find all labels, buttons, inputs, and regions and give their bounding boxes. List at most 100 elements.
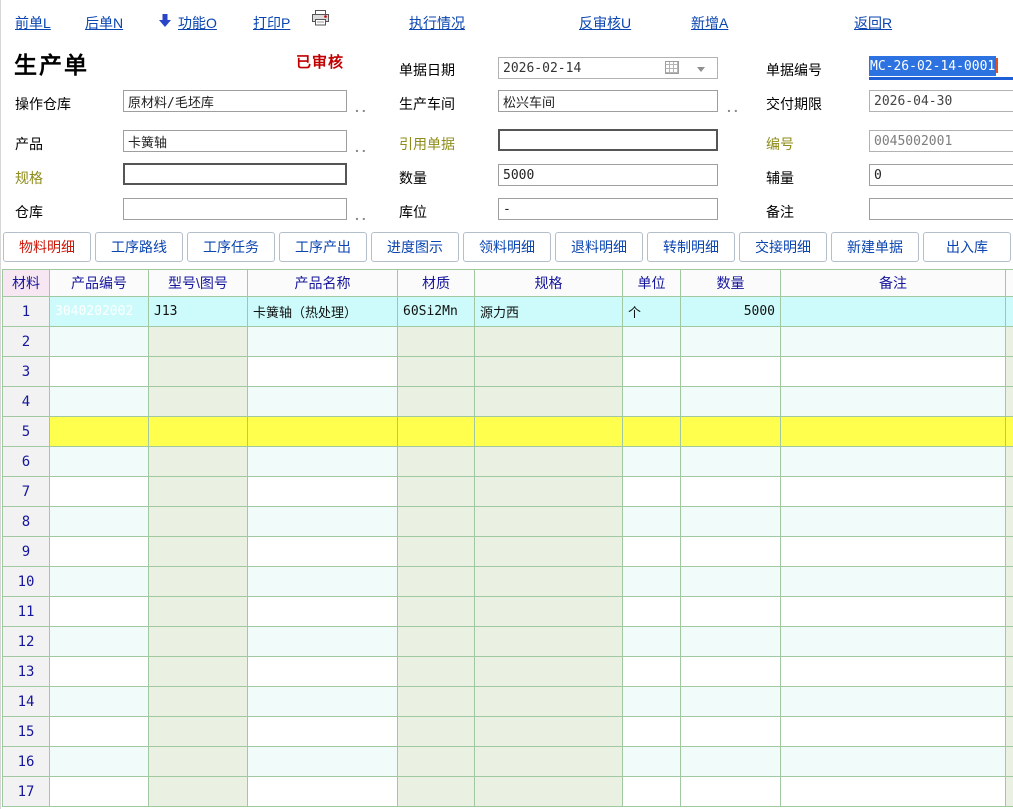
- grid-cell[interactable]: [149, 597, 248, 627]
- tab-button[interactable]: 工序任务: [187, 232, 275, 262]
- grid-cell[interactable]: [623, 477, 681, 507]
- row-number[interactable]: 10: [3, 567, 50, 597]
- row-number[interactable]: 17: [3, 777, 50, 807]
- grid-cell[interactable]: [248, 657, 398, 687]
- tab-button[interactable]: 工序产出: [279, 232, 367, 262]
- grid-cell[interactable]: [681, 447, 781, 477]
- grid-cell[interactable]: 3040202002: [50, 297, 149, 327]
- grid-cell[interactable]: [149, 657, 248, 687]
- grid-cell[interactable]: [50, 657, 149, 687]
- tab-button[interactable]: 领料明细: [463, 232, 551, 262]
- grid-cell[interactable]: [781, 747, 1006, 777]
- chevron-down-icon[interactable]: [697, 67, 705, 72]
- grid-cell[interactable]: [623, 537, 681, 567]
- row-number[interactable]: 1: [3, 297, 50, 327]
- grid-cell[interactable]: [398, 357, 475, 387]
- grid-cell[interactable]: [681, 567, 781, 597]
- grid-cell[interactable]: [681, 357, 781, 387]
- location-input[interactable]: [498, 198, 718, 220]
- grid-cell[interactable]: [248, 387, 398, 417]
- grid-cell[interactable]: [475, 567, 623, 597]
- grid-cell[interactable]: [248, 627, 398, 657]
- printer-icon[interactable]: [311, 10, 330, 31]
- row-number[interactable]: 9: [3, 537, 50, 567]
- grid-cell[interactable]: [781, 627, 1006, 657]
- grid-cell[interactable]: [149, 627, 248, 657]
- grid-cell[interactable]: 卡簧轴（热处理）: [248, 297, 398, 327]
- grid-cell[interactable]: [681, 657, 781, 687]
- grid-cell[interactable]: [248, 597, 398, 627]
- grid-cell[interactable]: [248, 687, 398, 717]
- grid-cell[interactable]: [248, 417, 398, 447]
- grid-cell[interactable]: [50, 477, 149, 507]
- grid-cell[interactable]: [149, 447, 248, 477]
- grid-cell[interactable]: [50, 417, 149, 447]
- code-input[interactable]: [869, 130, 1013, 152]
- grid-cell[interactable]: [681, 507, 781, 537]
- grid-cell[interactable]: [623, 657, 681, 687]
- grid-cell[interactable]: [50, 387, 149, 417]
- grid-cell[interactable]: [149, 777, 248, 807]
- functions-menu-link[interactable]: 功能O: [178, 13, 217, 33]
- grid-cell[interactable]: [781, 657, 1006, 687]
- grid-cell[interactable]: [398, 717, 475, 747]
- add-new-link[interactable]: 新增A: [691, 13, 728, 33]
- grid-cell[interactable]: [149, 747, 248, 777]
- next-doc-link[interactable]: 后单N: [85, 13, 123, 33]
- grid-cell[interactable]: [681, 717, 781, 747]
- grid-cell[interactable]: 源力西: [475, 297, 623, 327]
- grid-cell[interactable]: [248, 777, 398, 807]
- prev-doc-link[interactable]: 前单L: [15, 13, 51, 33]
- grid-cell[interactable]: [623, 627, 681, 657]
- grid-cell[interactable]: [781, 567, 1006, 597]
- row-number[interactable]: 11: [3, 597, 50, 627]
- op-warehouse-browse-button[interactable]: ..: [355, 102, 369, 112]
- grid-cell[interactable]: [781, 597, 1006, 627]
- grid-cell[interactable]: [50, 567, 149, 597]
- row-number[interactable]: 5: [3, 417, 50, 447]
- grid-cell[interactable]: [781, 327, 1006, 357]
- row-number[interactable]: 2: [3, 327, 50, 357]
- grid-cell[interactable]: [681, 537, 781, 567]
- grid-cell[interactable]: [623, 597, 681, 627]
- grid-cell[interactable]: [149, 387, 248, 417]
- grid-cell[interactable]: [623, 717, 681, 747]
- grid-cell[interactable]: [398, 627, 475, 657]
- print-link[interactable]: 打印P: [253, 13, 290, 33]
- grid-cell[interactable]: [248, 327, 398, 357]
- grid-cell[interactable]: [475, 747, 623, 777]
- grid-cell[interactable]: [398, 447, 475, 477]
- aux-qty-input[interactable]: [869, 164, 1013, 186]
- grid-cell[interactable]: [50, 747, 149, 777]
- grid-cell[interactable]: [149, 537, 248, 567]
- tab-button[interactable]: 物料明细: [3, 232, 91, 262]
- grid-cell[interactable]: [398, 657, 475, 687]
- tab-button[interactable]: 退料明细: [555, 232, 643, 262]
- grid-cell[interactable]: [50, 447, 149, 477]
- grid-cell[interactable]: [623, 327, 681, 357]
- row-number[interactable]: 8: [3, 507, 50, 537]
- grid-cell[interactable]: [781, 417, 1006, 447]
- tab-button[interactable]: 交接明细: [739, 232, 827, 262]
- warehouse-browse-button[interactable]: ..: [355, 210, 369, 220]
- grid-cell[interactable]: [398, 777, 475, 807]
- product-browse-button[interactable]: ..: [355, 142, 369, 152]
- grid-cell[interactable]: [50, 627, 149, 657]
- grid-cell[interactable]: [398, 687, 475, 717]
- row-number[interactable]: 7: [3, 477, 50, 507]
- grid-cell[interactable]: [781, 777, 1006, 807]
- tab-button[interactable]: 进度图示: [371, 232, 459, 262]
- grid-cell[interactable]: [681, 417, 781, 447]
- grid-cell[interactable]: [475, 417, 623, 447]
- grid-cell[interactable]: [475, 537, 623, 567]
- unaudit-link[interactable]: 反审核U: [579, 13, 631, 33]
- grid-cell[interactable]: [50, 687, 149, 717]
- grid-cell[interactable]: [149, 687, 248, 717]
- op-warehouse-input[interactable]: [123, 90, 347, 112]
- grid-cell[interactable]: [681, 597, 781, 627]
- grid-cell[interactable]: [50, 537, 149, 567]
- grid-cell[interactable]: [681, 477, 781, 507]
- product-input[interactable]: [123, 130, 347, 152]
- doc-date-field[interactable]: 2026-02-14: [498, 57, 718, 79]
- grid-cell[interactable]: [248, 747, 398, 777]
